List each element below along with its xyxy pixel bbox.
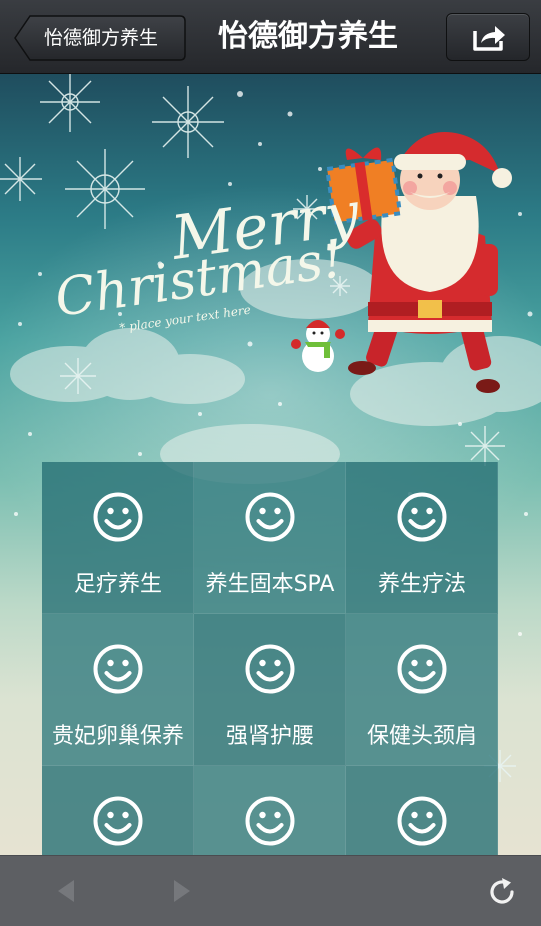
service-grid: 足疗养生 养生固本SPA 养生疗法 贵妃卵巢保养 强肾护腰 保健头颈肩 bbox=[42, 462, 498, 855]
grid-item-therapy[interactable]: 养生疗法 bbox=[346, 462, 498, 614]
grid-item-8[interactable] bbox=[194, 766, 346, 855]
grid-item-kidney-waist[interactable]: 强肾护腰 bbox=[194, 614, 346, 766]
page-title: 怡德御方养生 bbox=[218, 19, 398, 54]
browser-toolbar bbox=[0, 855, 541, 926]
back-button[interactable]: 怡德御方养生 bbox=[14, 15, 186, 61]
smiley-icon bbox=[245, 644, 295, 694]
smiley-icon bbox=[245, 796, 295, 846]
smiley-icon bbox=[397, 492, 447, 542]
grid-item-label: 保健头颈肩 bbox=[366, 724, 477, 749]
share-icon bbox=[473, 26, 505, 51]
grid-item-ovary-care[interactable]: 贵妃卵巢保养 bbox=[42, 614, 194, 766]
smiley-icon bbox=[245, 492, 295, 542]
nav-bar: 怡德御方养生 怡德御方养生 bbox=[0, 0, 541, 74]
grid-item-9[interactable] bbox=[346, 766, 498, 855]
smiley-icon bbox=[397, 644, 447, 694]
grid-item-label: 贵妃卵巢保养 bbox=[51, 724, 184, 749]
refresh-icon[interactable] bbox=[486, 875, 520, 909]
smiley-icon bbox=[397, 796, 447, 846]
grid-item-head-neck-shoulder[interactable]: 保健头颈肩 bbox=[346, 614, 498, 766]
grid-item-label: 养生疗法 bbox=[377, 572, 466, 597]
grid-item-label: 强肾护腰 bbox=[225, 724, 314, 749]
grid-item-foot-care[interactable]: 足疗养生 bbox=[42, 462, 194, 614]
smiley-icon bbox=[93, 796, 143, 846]
grid-item-7[interactable] bbox=[42, 766, 194, 855]
grid-item-label: 养生固本SPA bbox=[205, 572, 335, 597]
grid-item-spa[interactable]: 养生固本SPA bbox=[194, 462, 346, 614]
grid-item-label: 足疗养生 bbox=[73, 572, 162, 597]
smiley-icon bbox=[93, 492, 143, 542]
triangle-left-icon[interactable] bbox=[52, 876, 82, 906]
smiley-icon bbox=[93, 644, 143, 694]
back-button-label: 怡德御方养生 bbox=[44, 27, 159, 49]
triangle-right-icon[interactable] bbox=[166, 876, 196, 906]
share-button[interactable] bbox=[446, 13, 530, 61]
